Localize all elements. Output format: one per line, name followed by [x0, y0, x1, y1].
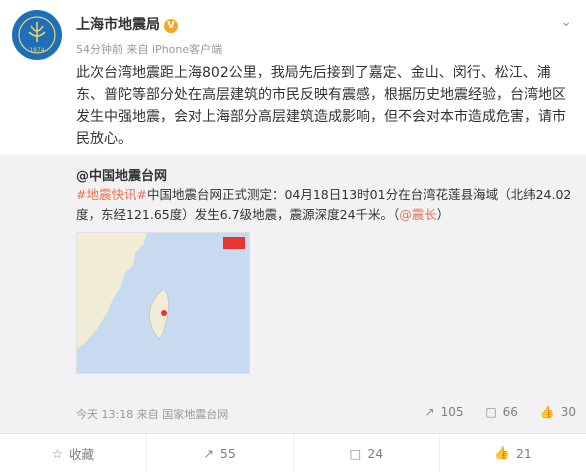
thumbs-up-icon: 👍 — [539, 405, 555, 419]
repost-time[interactable]: 今天 13:18 — [76, 408, 133, 421]
like-button[interactable]: 👍 21 — [440, 434, 586, 472]
author-name[interactable]: 上海市地震局 — [76, 17, 160, 33]
hashtag-link[interactable]: #地震快讯# — [76, 187, 147, 202]
repost-button[interactable]: ↗ 55 — [147, 434, 294, 472]
favorite-button[interactable]: ☆ 收藏 — [0, 434, 147, 472]
repost-text-end: ） — [436, 207, 450, 222]
repost-repost-count[interactable]: ↗ 105 — [425, 405, 464, 419]
svg-text:1874: 1874 — [29, 47, 44, 54]
repost-icon: ↗ — [424, 405, 435, 419]
repost-text-block: #地震快讯#中国地震台网正式测定：04月18日13时01分在台湾花莲县海域（北纬… — [76, 185, 576, 225]
action-bar: ☆ 收藏 ↗ 55 □ 24 👍 21 — [0, 433, 586, 472]
author-avatar[interactable]: 1874 — [12, 10, 62, 60]
comment-button[interactable]: □ 24 — [294, 434, 441, 472]
repost-text: 中国地震台网正式测定：04月18日13时01分在台湾花莲县海域（北纬24.02度… — [76, 187, 572, 222]
comment-icon: □ — [485, 405, 497, 419]
repost-comment-count[interactable]: □ 66 — [485, 405, 518, 419]
post-from-label: 来自 — [126, 43, 149, 56]
repost-card: @中国地震台网 #地震快讯#中国地震台网正式测定：04月18日13时01分在台湾… — [0, 155, 586, 433]
mention-link[interactable]: @震长 — [399, 207, 437, 222]
post-source: iPhone客户端 — [152, 43, 223, 56]
taiwan-map-image — [77, 233, 249, 373]
thumbs-up-icon: 👍 — [494, 445, 510, 460]
post-time[interactable]: 54分钟前 — [76, 43, 123, 56]
comment-icon: □ — [349, 445, 362, 461]
map-image[interactable] — [76, 232, 250, 374]
repost-from-label: 来自 — [136, 408, 159, 421]
verified-badge-icon: V — [164, 19, 178, 33]
seal-logo-icon: 1874 — [14, 12, 60, 58]
repost-author[interactable]: @中国地震台网 — [76, 165, 167, 184]
repost-source: 国家地震台网 — [162, 408, 229, 421]
map-logo-icon — [223, 237, 245, 249]
epicenter-marker-icon — [161, 310, 167, 316]
post-text: 此次台湾地震距上海802公里，我局先后接到了嘉定、金山、闵行、松江、浦东、普陀等… — [76, 65, 566, 147]
repost-like-count[interactable]: 👍 30 — [540, 405, 576, 419]
repost-stats: ↗ 105 □ 66 👍 30 — [407, 405, 576, 419]
repost-meta: 今天 13:18 来自 国家地震台网 — [76, 406, 228, 422]
post-meta: 54分钟前 来自 iPhone客户端 — [76, 41, 222, 57]
chevron-down-icon[interactable]: ⌄ — [560, 14, 572, 30]
repost-icon: ↗ — [203, 445, 214, 461]
star-icon: ☆ — [51, 445, 63, 461]
author-name-row: 上海市地震局 V — [76, 14, 178, 34]
